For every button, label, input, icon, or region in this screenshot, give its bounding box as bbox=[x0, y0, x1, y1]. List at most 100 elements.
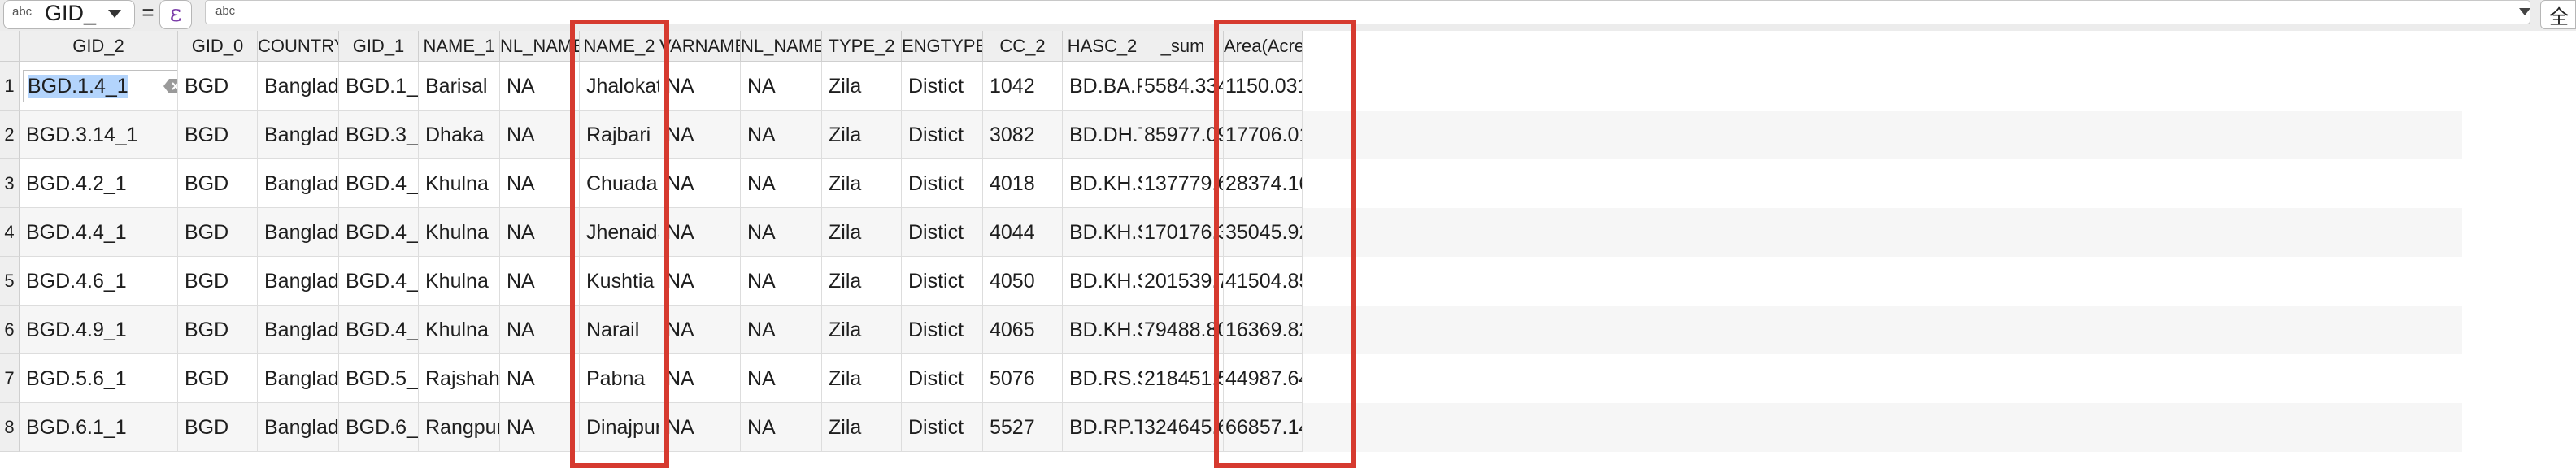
table-cell[interactable]: Bangladesh bbox=[258, 403, 339, 452]
table-cell[interactable]: NA bbox=[659, 403, 741, 452]
table-cell[interactable]: BGD.6.1_1 bbox=[20, 403, 178, 452]
field-select-dropdown[interactable]: abc GID_ bbox=[3, 0, 135, 29]
table-cell[interactable]: Distict bbox=[902, 306, 983, 354]
table-cell[interactable]: Zila bbox=[822, 208, 902, 257]
column-header-sum[interactable]: _sum bbox=[1142, 31, 1224, 62]
table-cell[interactable]: NA bbox=[659, 306, 741, 354]
table-cell[interactable]: 324645.694… bbox=[1142, 403, 1224, 452]
table-cell[interactable]: NA bbox=[741, 257, 822, 306]
column-header-hasc-2[interactable]: HASC_2 bbox=[1063, 31, 1142, 62]
table-cell[interactable]: NA bbox=[500, 354, 580, 403]
table-cell[interactable]: BGD.4.9_1 bbox=[20, 306, 178, 354]
table-cell[interactable]: 4044 bbox=[983, 208, 1063, 257]
table-cell[interactable]: 218451.5481… bbox=[1142, 354, 1224, 403]
table-cell[interactable]: Distict bbox=[902, 257, 983, 306]
table-cell[interactable]: Zila bbox=[822, 403, 902, 452]
table-cell[interactable]: NA bbox=[659, 62, 741, 110]
table-cell[interactable]: BGD.5.6_1 bbox=[20, 354, 178, 403]
table-cell[interactable]: NA bbox=[500, 110, 580, 159]
table-cell[interactable]: 5527 bbox=[983, 403, 1063, 452]
table-cell[interactable]: NA bbox=[741, 110, 822, 159]
table-cell[interactable]: BGD bbox=[178, 62, 258, 110]
table-cell[interactable]: 79488.8025… bbox=[1142, 306, 1224, 354]
table-cell[interactable]: NA bbox=[500, 62, 580, 110]
table-cell[interactable]: BD.BA.PR bbox=[1063, 62, 1142, 110]
table-cell[interactable]: BD.RS.SR bbox=[1063, 354, 1142, 403]
table-cell[interactable]: Distict bbox=[902, 159, 983, 208]
table-cell[interactable]: BGD.3_1 bbox=[339, 110, 419, 159]
table-cell[interactable]: Bangladesh bbox=[258, 257, 339, 306]
table-cell[interactable]: BGD bbox=[178, 110, 258, 159]
table-cell[interactable]: 3082 bbox=[983, 110, 1063, 159]
table-cell[interactable]: Rangpur bbox=[419, 403, 500, 452]
table-cell[interactable]: Distict bbox=[902, 208, 983, 257]
table-cell[interactable]: 1042 bbox=[983, 62, 1063, 110]
row-number[interactable]: 7 bbox=[0, 354, 20, 403]
table-cell[interactable]: BD.DH.TA bbox=[1063, 110, 1142, 159]
table-cell[interactable]: Zila bbox=[822, 354, 902, 403]
table-cell[interactable]: NA bbox=[500, 403, 580, 452]
clear-field-icon[interactable] bbox=[163, 78, 178, 94]
table-cell[interactable]: 137779.6155… bbox=[1142, 159, 1224, 208]
table-cell[interactable]: BGD.6_1 bbox=[339, 403, 419, 452]
table-cell[interactable]: Rajshahi bbox=[419, 354, 500, 403]
table-cell[interactable]: NA bbox=[659, 354, 741, 403]
table-cell[interactable]: 201539.7485… bbox=[1142, 257, 1224, 306]
table-cell[interactable]: NA bbox=[741, 208, 822, 257]
table-cell[interactable]: Khulna bbox=[419, 306, 500, 354]
column-header-gid-2[interactable]: GID_2 bbox=[20, 31, 178, 62]
table-cell[interactable]: Bangladesh bbox=[258, 62, 339, 110]
expression-dropdown-arrow[interactable] bbox=[2519, 8, 2530, 15]
table-cell[interactable]: 85977.0908… bbox=[1142, 110, 1224, 159]
row-number[interactable]: 8 bbox=[0, 403, 20, 452]
table-cell[interactable]: BGD.4_1 bbox=[339, 257, 419, 306]
table-cell[interactable]: Zila bbox=[822, 159, 902, 208]
update-all-button[interactable]: 全 bbox=[2540, 0, 2576, 29]
column-header-country[interactable]: COUNTRY bbox=[258, 31, 339, 62]
table-cell[interactable]: Khulna bbox=[419, 159, 500, 208]
table-cell[interactable]: Distict bbox=[902, 62, 983, 110]
table-cell[interactable]: Barisal bbox=[419, 62, 500, 110]
table-cell[interactable]: BGD bbox=[178, 257, 258, 306]
table-cell[interactable]: Bangladesh bbox=[258, 208, 339, 257]
table-cell[interactable]: BGD.4.6_1 bbox=[20, 257, 178, 306]
table-cell[interactable]: Distict bbox=[902, 354, 983, 403]
table-cell[interactable]: Khulna bbox=[419, 257, 500, 306]
table-cell[interactable]: BGD bbox=[178, 403, 258, 452]
table-cell[interactable]: NA bbox=[741, 354, 822, 403]
table-cell[interactable]: Zila bbox=[822, 306, 902, 354]
table-cell[interactable]: 4065 bbox=[983, 306, 1063, 354]
table-cell[interactable]: Distict bbox=[902, 110, 983, 159]
row-number[interactable]: 6 bbox=[0, 306, 20, 354]
row-number[interactable]: 1 bbox=[0, 62, 20, 110]
table-cell[interactable]: BGD.5_1 bbox=[339, 354, 419, 403]
table-cell[interactable]: BD.KH.ST bbox=[1063, 159, 1142, 208]
table-cell[interactable]: NA bbox=[741, 159, 822, 208]
column-header-nl-name-1[interactable]: NL_NAME_1 bbox=[500, 31, 580, 62]
table-cell[interactable]: BGD bbox=[178, 306, 258, 354]
table-cell[interactable]: BGD.4.4_1 bbox=[20, 208, 178, 257]
table-cell[interactable]: Bangladesh bbox=[258, 159, 339, 208]
table-cell[interactable]: NA bbox=[500, 208, 580, 257]
column-header-gid-1[interactable]: GID_1 bbox=[339, 31, 419, 62]
table-cell[interactable]: 5076 bbox=[983, 354, 1063, 403]
table-cell[interactable]: BGD.1_1 bbox=[339, 62, 419, 110]
table-cell[interactable]: BGD.4_1 bbox=[339, 159, 419, 208]
table-cell[interactable]: BD.KH.ST bbox=[1063, 306, 1142, 354]
expression-input[interactable]: abc bbox=[205, 0, 2530, 24]
column-header-varname-2[interactable]: VARNAME_2 bbox=[659, 31, 741, 62]
column-header-gid-0[interactable]: GID_0 bbox=[178, 31, 258, 62]
table-cell[interactable]: Zila bbox=[822, 257, 902, 306]
table-cell[interactable]: NA bbox=[659, 159, 741, 208]
table-cell[interactable]: NA bbox=[500, 306, 580, 354]
table-cell[interactable]: Zila bbox=[822, 62, 902, 110]
table-cell[interactable]: NA bbox=[659, 257, 741, 306]
row-number[interactable]: 4 bbox=[0, 208, 20, 257]
column-header-type-2[interactable]: TYPE_2 bbox=[822, 31, 902, 62]
table-cell[interactable]: Bangladesh bbox=[258, 110, 339, 159]
table-cell[interactable]: Distict bbox=[902, 403, 983, 452]
expression-dialog-button[interactable]: ε bbox=[159, 0, 192, 29]
table-cell[interactable]: BGD.4.2_1 bbox=[20, 159, 178, 208]
table-cell[interactable]: NA bbox=[741, 62, 822, 110]
table-cell[interactable]: BD.KH.ST bbox=[1063, 208, 1142, 257]
